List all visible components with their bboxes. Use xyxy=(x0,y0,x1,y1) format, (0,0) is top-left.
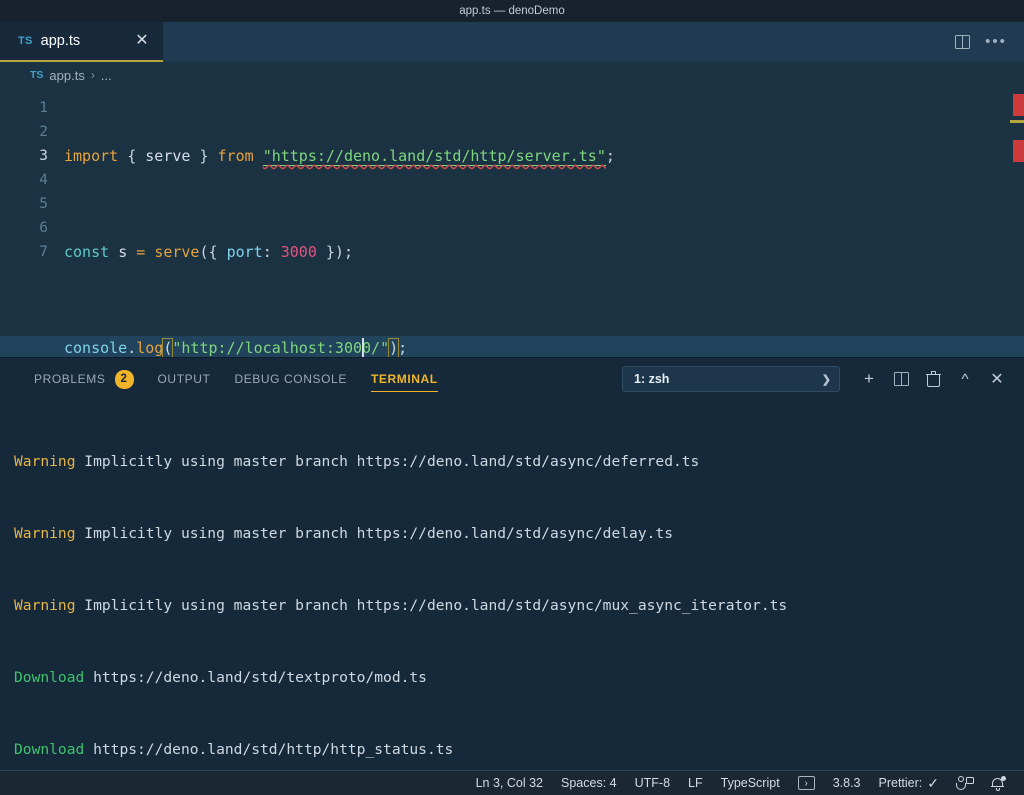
close-icon[interactable]: ✕ xyxy=(133,33,151,49)
error-marker xyxy=(1013,140,1024,162)
line-number: 7 xyxy=(39,244,48,260)
status-encoding[interactable]: UTF-8 xyxy=(626,771,679,795)
status-indentation[interactable]: Spaces: 4 xyxy=(552,771,626,795)
terminal-output[interactable]: Warning Implicitly using master branch h… xyxy=(0,400,1024,770)
breadcrumb-file[interactable]: app.ts xyxy=(49,68,84,83)
status-version[interactable]: 3.8.3 xyxy=(824,771,870,795)
more-actions-icon[interactable]: ••• xyxy=(982,28,1010,56)
terminal-line: Warning Implicitly using master branch h… xyxy=(14,597,788,614)
status-eol[interactable]: LF xyxy=(679,771,712,795)
breadcrumb-more[interactable]: ... xyxy=(101,68,112,83)
panel-actions: 1: zsh ❯ + ^ ✕ xyxy=(622,364,1024,394)
tab-debug-console-label: DEBUG CONSOLE xyxy=(234,372,347,386)
line-number-gutter: 1 2 3 4 5 6 7 xyxy=(0,88,62,357)
line-number: 2 xyxy=(39,124,48,140)
typescript-file-icon: TS xyxy=(18,35,33,47)
status-remote-person-icon[interactable] xyxy=(948,771,982,795)
window-title-bar: app.ts — denoDemo xyxy=(0,0,1024,22)
code-editor[interactable]: 1 2 3 4 5 6 7 import { serve } from "htt… xyxy=(0,88,1024,357)
editor-tab-app-ts[interactable]: TS app.ts ✕ xyxy=(0,22,163,62)
overview-ruler[interactable] xyxy=(1010,88,1024,357)
breadcrumb: TS app.ts › ... xyxy=(0,62,1024,88)
cursor-marker xyxy=(1010,120,1024,123)
split-editor-icon[interactable] xyxy=(948,28,976,56)
tab-problems-label: PROBLEMS xyxy=(34,372,106,386)
line-number: 6 xyxy=(39,220,48,236)
status-language-mode[interactable]: TypeScript xyxy=(712,771,789,795)
status-terminal-icon[interactable]: › xyxy=(789,771,824,795)
terminal-line: Download https://deno.land/std/textproto… xyxy=(14,669,427,686)
problems-count-badge: 2 xyxy=(114,369,134,389)
status-prettier[interactable]: Prettier: ✓ xyxy=(870,771,949,795)
tab-output-label: OUTPUT xyxy=(157,372,211,386)
tab-debug-console[interactable]: DEBUG CONSOLE xyxy=(222,358,359,400)
code-content[interactable]: import { serve } from "https://deno.land… xyxy=(62,88,1024,357)
status-notifications-bell-icon[interactable] xyxy=(982,771,1014,795)
maximize-panel-icon[interactable]: ^ xyxy=(950,364,980,394)
check-icon: ✓ xyxy=(927,774,939,791)
tab-output[interactable]: OUTPUT xyxy=(146,358,223,400)
new-terminal-icon[interactable]: + xyxy=(854,364,884,394)
panel-tab-bar: PROBLEMS 2 OUTPUT DEBUG CONSOLE TERMINAL… xyxy=(0,358,1024,400)
tab-terminal[interactable]: TERMINAL xyxy=(359,358,450,400)
kill-terminal-icon[interactable] xyxy=(918,364,948,394)
editor-tab-strip: TS app.ts ✕ ••• xyxy=(0,22,1024,62)
line-number: 3 xyxy=(39,148,48,164)
error-marker xyxy=(1013,94,1024,116)
terminal-line: Warning Implicitly using master branch h… xyxy=(14,525,673,542)
tab-problems[interactable]: PROBLEMS 2 xyxy=(22,358,146,400)
terminal-selector-value: 1: zsh xyxy=(634,372,670,386)
editor-tab-label: app.ts xyxy=(40,33,81,49)
chevron-down-icon: ❯ xyxy=(821,373,831,386)
status-bar: Ln 3, Col 32 Spaces: 4 UTF-8 LF TypeScri… xyxy=(0,770,1024,795)
code-line-active: console.log("http://localhost:3000/"); xyxy=(62,336,1024,357)
terminal-selector-dropdown[interactable]: 1: zsh ❯ xyxy=(622,366,840,392)
code-line: import { serve } from "https://deno.land… xyxy=(64,147,615,166)
status-cursor-position[interactable]: Ln 3, Col 32 xyxy=(467,771,552,795)
breadcrumb-typescript-icon: TS xyxy=(30,69,44,81)
chevron-right-icon: › xyxy=(90,68,95,82)
close-panel-icon[interactable]: ✕ xyxy=(982,364,1012,394)
tab-terminal-label: TERMINAL xyxy=(370,372,438,386)
line-number: 4 xyxy=(39,172,48,188)
terminal-line: Download https://deno.land/std/http/http… xyxy=(14,741,454,758)
window-title: app.ts — denoDemo xyxy=(459,5,565,17)
split-terminal-icon[interactable] xyxy=(886,364,916,394)
terminal-line: Warning Implicitly using master branch h… xyxy=(14,453,700,470)
line-number: 1 xyxy=(39,100,48,116)
code-line: const s = serve({ port: 3000 }); xyxy=(64,243,353,261)
editor-actions: ••• xyxy=(948,22,1024,62)
line-number: 5 xyxy=(39,196,48,212)
bottom-panel: PROBLEMS 2 OUTPUT DEBUG CONSOLE TERMINAL… xyxy=(0,357,1024,770)
